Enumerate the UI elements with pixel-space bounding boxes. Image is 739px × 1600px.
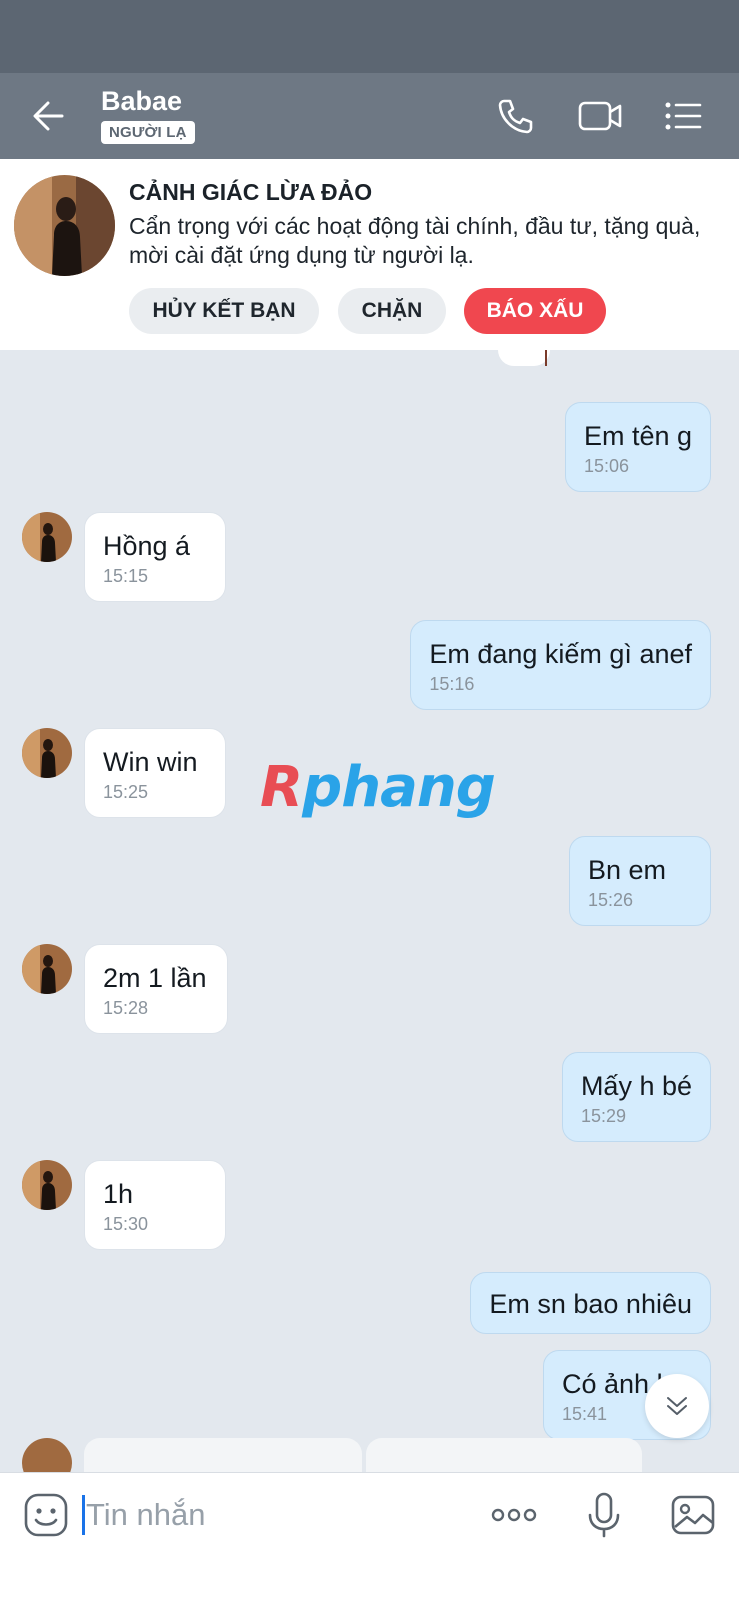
status-bar	[0, 0, 739, 73]
message-bubble-incoming[interactable]: Win win 15:25	[84, 728, 226, 818]
unfriend-button[interactable]: HỦY KẾT BẠN	[129, 288, 319, 334]
message-text: 2m 1 lần	[103, 963, 207, 993]
message-list[interactable]: Em tên g 15:06 Hồng á 15:15 Em đang kiếm…	[0, 350, 739, 1472]
block-button[interactable]: CHẶN	[338, 288, 446, 334]
video-call-icon[interactable]	[577, 93, 623, 139]
message-text: Bn em	[588, 855, 667, 885]
message-time: 15:28	[103, 998, 149, 1018]
message-time: 15:29	[580, 1106, 626, 1126]
message-text: 1h	[103, 1179, 134, 1209]
phone-icon[interactable]	[492, 93, 538, 139]
message-bubble-incoming[interactable]: 1h 15:30	[84, 1160, 226, 1250]
message-time: 15:06	[583, 456, 629, 476]
message-time: 15:16	[429, 674, 475, 694]
message-bubble-outgoing[interactable]: Bn em 15:26	[569, 836, 711, 926]
message-bubble-outgoing[interactable]: Mấy h bé 15:29	[561, 1052, 711, 1142]
watermark-logo: Rphang	[260, 755, 496, 820]
partial-image-bubble[interactable]	[366, 1438, 642, 1472]
chat-title-block[interactable]: Babae NGƯỜI LẠ	[101, 85, 195, 144]
avatar[interactable]	[22, 512, 72, 562]
message-text: Win win	[103, 747, 198, 777]
message-text: Em đang kiếm gì anef	[429, 639, 692, 669]
message-input-bar	[0, 1472, 739, 1600]
watermark-first-letter: R	[260, 755, 303, 820]
message-bubble-outgoing[interactable]: Em đang kiếm gì anef 15:16	[410, 620, 711, 710]
message-text: Mấy h bé	[580, 1071, 692, 1101]
menu-list-icon[interactable]	[660, 93, 706, 139]
message-time: 15:26	[588, 890, 634, 910]
chat-title[interactable]: Babae	[101, 85, 195, 117]
avatar[interactable]	[22, 1160, 72, 1210]
emoji-sticker-icon[interactable]	[22, 1491, 70, 1539]
message-text: Em sn bao nhiêu	[489, 1289, 692, 1319]
message-time: 15:30	[103, 1214, 149, 1234]
message-bubble-incoming[interactable]: 2m 1 lần 15:28	[84, 944, 228, 1034]
microphone-icon[interactable]	[580, 1491, 628, 1539]
watermark-rest: phang	[302, 755, 496, 820]
partial-image-bubble[interactable]	[84, 1438, 362, 1472]
stranger-badge: NGƯỜI LẠ	[101, 121, 195, 144]
scroll-to-bottom-button[interactable]	[645, 1374, 709, 1438]
image-gallery-icon[interactable]	[669, 1491, 717, 1539]
partial-message-bubble	[498, 350, 550, 366]
text-caret	[82, 1495, 85, 1535]
warning-title: CẢNH GIÁC LỪA ĐẢO	[129, 179, 373, 205]
back-arrow-icon[interactable]	[26, 93, 72, 139]
avatar[interactable]	[14, 175, 115, 276]
chat-header: Babae NGƯỜI LẠ	[0, 73, 739, 159]
report-button[interactable]: BÁO XẤU	[464, 288, 606, 334]
message-input[interactable]	[86, 1491, 466, 1539]
message-bubble-outgoing[interactable]: Em sn bao nhiêu	[470, 1272, 711, 1334]
avatar[interactable]	[22, 944, 72, 994]
double-chevron-down-icon	[667, 1397, 687, 1415]
message-bubble-outgoing[interactable]: Em tên g 15:06	[564, 402, 711, 492]
more-dots-icon[interactable]	[490, 1491, 538, 1539]
warning-text: Cẩn trọng với các hoạt động tài chính, đ…	[129, 213, 701, 268]
message-bubble-incoming[interactable]: Hồng á 15:15	[84, 512, 226, 602]
avatar[interactable]	[22, 1438, 72, 1472]
message-time: 15:15	[103, 566, 149, 586]
avatar[interactable]	[22, 728, 72, 778]
message-time: 15:25	[103, 782, 149, 802]
scam-warning-panel: CẢNH GIÁC LỪA ĐẢO Cẩn trọng với các hoạt…	[0, 159, 739, 350]
message-text: Em tên g	[583, 421, 692, 451]
message-text: Hồng á	[103, 531, 191, 561]
